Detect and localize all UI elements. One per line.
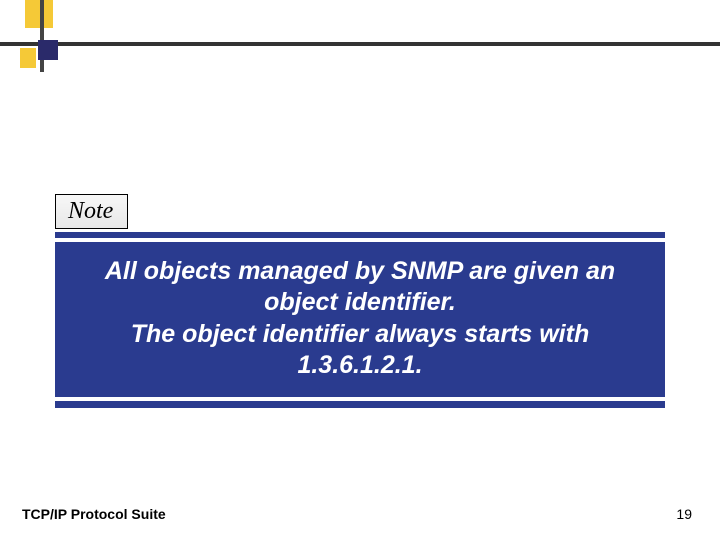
note-divider-bottom bbox=[55, 401, 665, 408]
decor-hline bbox=[0, 44, 720, 46]
note-label-container: Note bbox=[55, 194, 665, 229]
note-label: Note bbox=[55, 194, 128, 229]
footer-title: TCP/IP Protocol Suite bbox=[22, 506, 166, 522]
page-number: 19 bbox=[676, 506, 692, 522]
slide-header-decoration bbox=[0, 0, 720, 80]
note-callout: Note All objects managed by SNMP are giv… bbox=[55, 194, 665, 408]
decor-square-yellow-2 bbox=[20, 48, 36, 68]
note-body-line1: All objects managed by SNMP are given an… bbox=[65, 256, 655, 319]
decor-square-yellow-1 bbox=[25, 0, 53, 28]
decor-square-navy bbox=[38, 40, 58, 60]
note-body-line2: The object identifier always starts with… bbox=[65, 319, 655, 382]
decor-vline bbox=[42, 0, 44, 72]
note-divider-top bbox=[55, 232, 665, 238]
note-body: All objects managed by SNMP are given an… bbox=[55, 242, 665, 397]
